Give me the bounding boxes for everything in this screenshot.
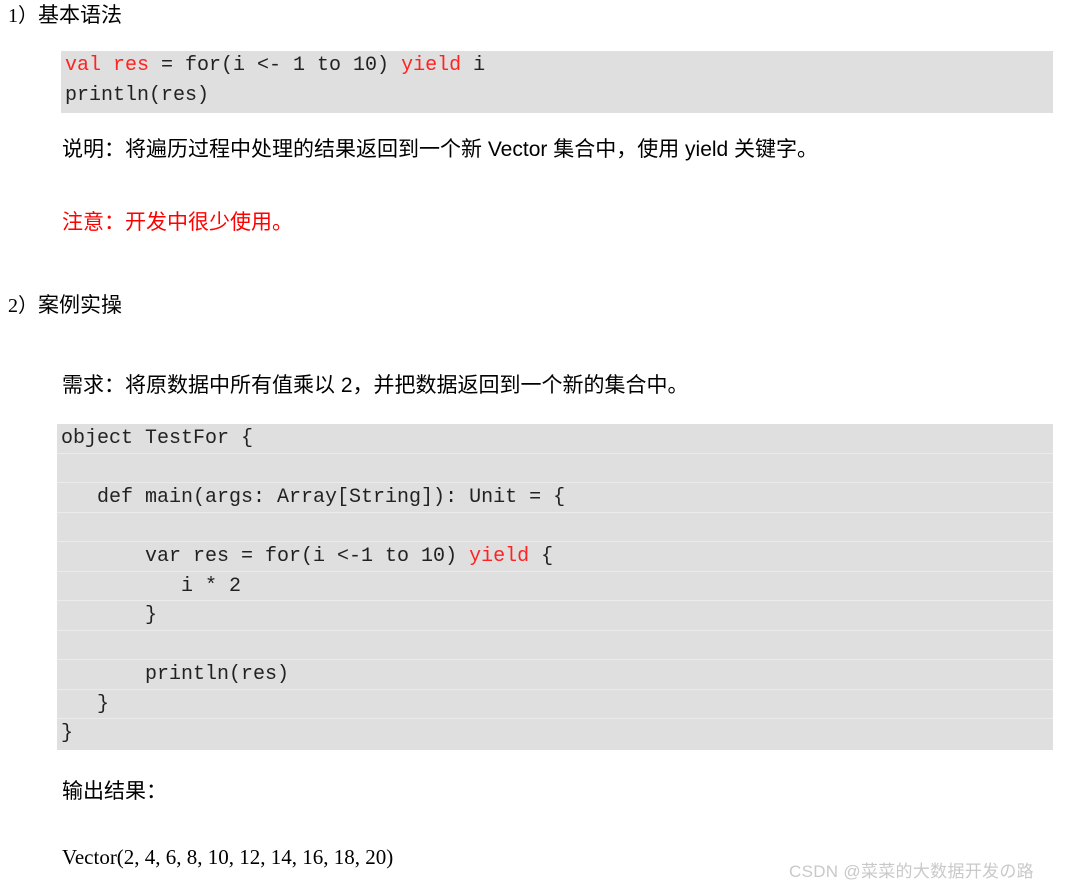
section-title-1: 基本语法 xyxy=(38,4,122,27)
code-keyword: val res xyxy=(65,54,162,77)
code-line: object TestFor { xyxy=(57,424,1053,454)
code-line: def main(args: Array[String]): Unit = { xyxy=(57,483,1053,513)
code-line: val res = for(i <- 1 to 10) yield i xyxy=(61,51,1053,81)
code-keyword: yield xyxy=(469,545,530,568)
code-keyword: yield xyxy=(401,54,462,77)
code-line: } xyxy=(57,719,1053,749)
output-value: Vector(2, 4, 6, 8, 10, 12, 14, 16, 18, 2… xyxy=(62,845,394,869)
document-page: 1）基本语法 val res = for(i <- 1 to 10) yield… xyxy=(0,0,1068,888)
code-line: println(res) xyxy=(61,81,1053,111)
code-block-test-for-example: object TestFor { def main(args: Array[St… xyxy=(57,424,1053,750)
section-title-2: 案例实操 xyxy=(38,294,122,317)
code-text: } xyxy=(61,692,110,716)
code-text: object TestFor { xyxy=(61,427,254,450)
code-text: println(res) xyxy=(61,663,290,686)
section-number-2: 2） xyxy=(8,295,38,317)
output-label: 输出结果： xyxy=(62,780,167,803)
code-line: var res = for(i <-1 to 10) yield { xyxy=(57,542,1053,572)
code-line: println(res) xyxy=(57,660,1053,690)
requirement-text: 需求：将原数据中所有值乘以 2，并把数据返回到一个新的集合中。 xyxy=(62,374,689,397)
section-heading-2: 2）案例实操 xyxy=(8,294,122,317)
code-line: } xyxy=(57,690,1053,719)
warning-text: 注意：开发中很少使用。 xyxy=(62,211,293,234)
code-line: } xyxy=(57,601,1053,631)
code-text: println(res) xyxy=(65,84,210,107)
explanation-text: 说明：将遍历过程中处理的结果返回到一个新 Vector 集合中，使用 yield… xyxy=(62,138,819,161)
section-heading-1: 1）基本语法 xyxy=(8,4,122,27)
code-text: var res = for(i <-1 to 10) xyxy=(61,545,470,568)
code-text: def main(args: Array[String]): Unit = { xyxy=(61,486,566,509)
code-text: } xyxy=(61,604,158,627)
code-text: i xyxy=(461,54,486,77)
code-line xyxy=(57,631,1053,660)
code-text: { xyxy=(529,545,554,568)
section-number-1: 1） xyxy=(8,5,38,27)
code-block-basic-syntax: val res = for(i <- 1 to 10) yield i print… xyxy=(61,51,1053,113)
csdn-watermark: CSDN @菜菜的大数据开发の路 xyxy=(789,862,1034,881)
code-text: } xyxy=(61,722,74,745)
code-text: i * 2 xyxy=(61,574,242,598)
code-text: = for(i <- 1 to 10) xyxy=(161,54,402,77)
code-line xyxy=(57,454,1053,483)
code-line: i * 2 xyxy=(57,572,1053,601)
code-line xyxy=(57,513,1053,542)
